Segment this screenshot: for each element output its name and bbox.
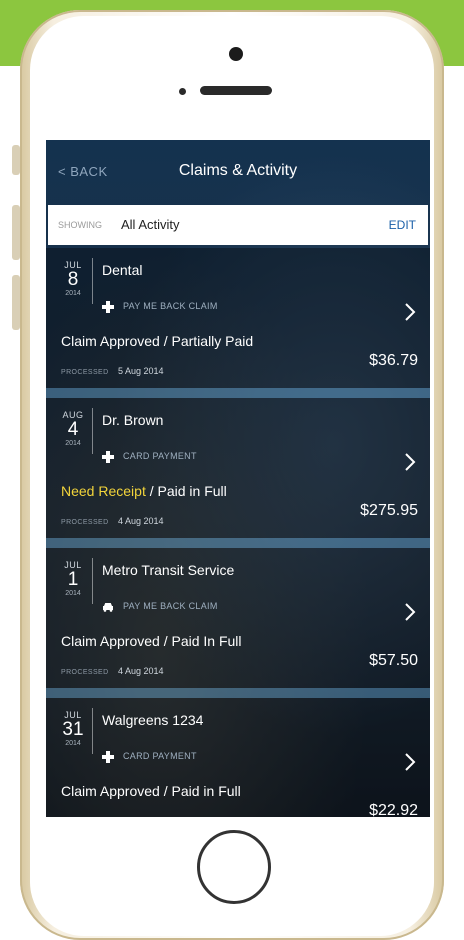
claim-day: 8 [67,269,79,290]
date-divider [92,408,93,454]
claim-date: AUG 4 2014 [54,410,92,447]
claim-amount: $22.92 [369,802,418,817]
claim-date: JUL 31 2014 [54,710,92,747]
claim-amount: $57.50 [369,652,418,669]
claim-day: 4 [67,419,79,440]
volume-down-button [12,275,20,330]
processed-label: PROCESSED [61,669,109,676]
chevron-right-icon [405,453,416,471]
claim-status-text: Claim Approved / Paid In Full [61,633,242,649]
claim-status-text: / Paid in Full [145,483,227,499]
claim-day: 31 [62,719,84,740]
claim-year: 2014 [65,590,81,597]
showing-label: SHOWING [58,220,102,230]
claim-status-text: Claim Approved / Partially Paid [61,333,254,349]
medical-cross-icon [102,450,114,463]
chevron-right-icon [405,303,416,321]
claim-status-alert: Need Receipt [61,483,146,499]
row-separator [46,538,430,548]
processed-row: PROCESSED 4 Aug 2014 [61,661,164,679]
filter-value[interactable]: All Activity [121,217,180,232]
date-divider [92,258,93,304]
claim-type: PAY ME BACK CLAIM [102,599,218,613]
claim-date: JUL 1 2014 [54,560,92,597]
car-icon [102,600,114,612]
row-separator [46,688,430,698]
proximity-sensor [179,88,186,95]
claim-row[interactable]: JUL 1 2014 Metro Transit Service PAY ME … [46,548,430,698]
medical-cross-icon [102,300,114,313]
claim-status: Claim Approved / Paid In Full [61,633,242,649]
date-divider [92,708,93,754]
claim-merchant: Walgreens 1234 [102,712,204,728]
volume-up-button [12,205,20,260]
claim-status: Claim Approved / Paid in Full [61,783,241,799]
front-camera [229,47,243,61]
processed-row: PROCESSED 31 Jul 2014 [61,811,165,817]
chevron-right-icon [405,603,416,621]
processed-row: PROCESSED 5 Aug 2014 [61,361,164,379]
claim-type: CARD PAYMENT [102,449,197,463]
claim-status-text: Claim Approved / Paid in Full [61,783,241,799]
chevron-right-icon [405,753,416,771]
home-button[interactable] [197,830,271,904]
claim-status: Need Receipt / Paid in Full [61,483,227,499]
processed-label: PROCESSED [61,369,109,376]
processed-date: 4 Aug 2014 [118,516,164,526]
claim-amount: $275.95 [360,502,418,519]
claim-type: PAY ME BACK CLAIM [102,299,218,313]
navigation-bar: < BACK Claims & Activity [46,140,430,205]
processed-date: 31 Jul 2014 [118,816,165,817]
claim-date: JUL 8 2014 [54,260,92,297]
row-separator [46,388,430,398]
claim-type-label: CARD PAYMENT [123,751,197,761]
processed-row: PROCESSED 4 Aug 2014 [61,511,164,529]
claim-merchant: Metro Transit Service [102,562,235,578]
claim-year: 2014 [65,290,81,297]
processed-date: 5 Aug 2014 [118,366,164,376]
claim-merchant: Dental [102,262,143,278]
earpiece-speaker [200,86,272,95]
date-divider [92,558,93,604]
claim-year: 2014 [65,440,81,447]
medical-cross-icon [102,750,114,763]
page-title: Claims & Activity [178,162,298,179]
claim-amount: $36.79 [369,352,418,369]
edit-button[interactable]: EDIT [389,218,416,232]
claim-day: 1 [67,569,79,590]
claim-type-label: PAY ME BACK CLAIM [123,301,218,311]
claim-merchant: Dr. Brown [102,412,164,428]
app-screen: < BACK Claims & Activity SHOWING All Act… [46,140,430,817]
claim-year: 2014 [65,740,81,747]
claim-row[interactable]: JUL 8 2014 Dental PAY ME BACK CLAIM Clai… [46,248,430,398]
claim-type: CARD PAYMENT [102,749,197,763]
claim-type-label: CARD PAYMENT [123,451,197,461]
claim-type-label: PAY ME BACK CLAIM [123,601,218,611]
claim-status: Claim Approved / Partially Paid [61,333,253,349]
mute-switch [12,145,20,175]
claim-row[interactable]: JUL 31 2014 Walgreens 1234 CARD PAYMENT … [46,698,430,817]
processed-label: PROCESSED [61,519,109,526]
claims-list: JUL 8 2014 Dental PAY ME BACK CLAIM Clai… [46,248,430,817]
filter-bar[interactable]: SHOWING All Activity EDIT [48,205,428,245]
processed-date: 4 Aug 2014 [118,666,164,676]
claim-row[interactable]: AUG 4 2014 Dr. Brown CARD PAYMENT Need R… [46,398,430,548]
